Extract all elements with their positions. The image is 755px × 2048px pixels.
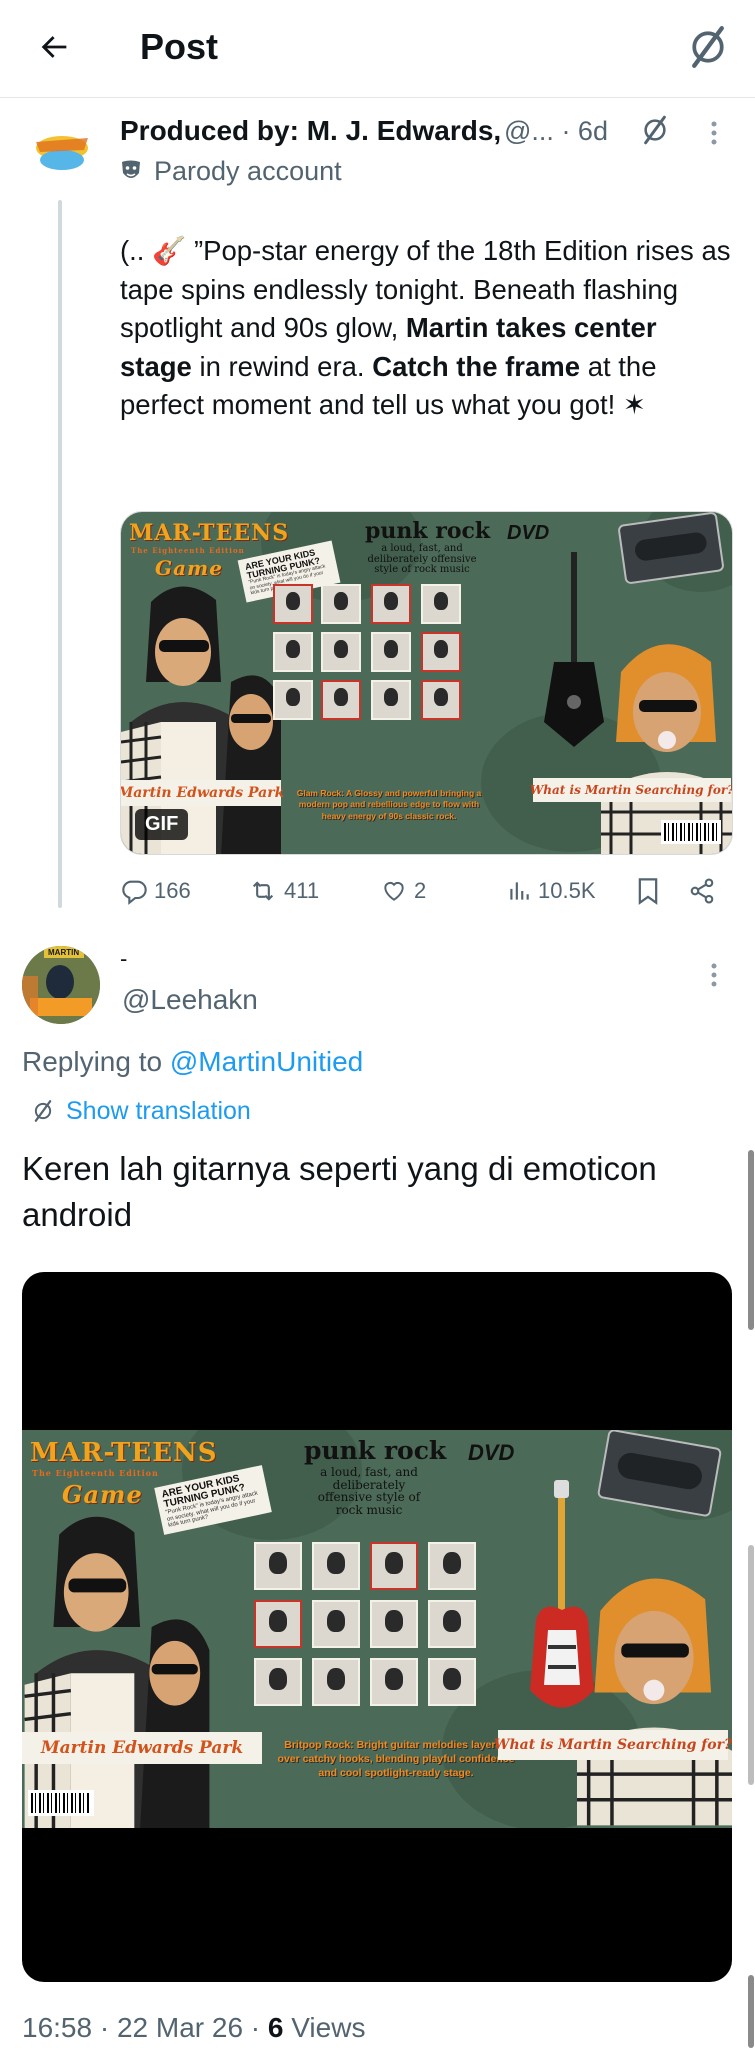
author-handle-time[interactable]: @... · 6d [504,114,608,148]
top-bar [0,0,755,98]
page-title: Post [140,26,219,67]
poster-title: MAR-TEENS [30,1438,218,1468]
poster-subtitle: The Eighteenth Edition [131,546,245,555]
left-person [24,1516,210,1828]
poster-image: MAR-TEENS The Eighteenth Edition Game AR… [121,512,732,854]
show-translation-label: Show translation [66,1097,251,1125]
barcode [28,1790,94,1816]
thread-line [58,200,62,908]
reply-display-name: - [120,946,128,971]
more-icon [711,121,717,145]
replying-prefix: Replying to [22,1046,170,1077]
gif-badge: GIF [135,809,189,840]
avatar[interactable] [30,120,94,184]
reply-avatar-text: MARTIN [48,948,80,957]
genre-title: punk rock [304,1436,447,1465]
like-count: 2 [414,878,427,903]
author-handle: @... [504,116,554,146]
grok-button[interactable] [683,22,733,72]
reply-media[interactable]: MAR-TEENS The Eighteenth Edition Game AR… [22,1272,732,1982]
question-banner: What is Martin Searching for? [530,778,732,802]
reply-more-button[interactable] [704,960,724,990]
question-banner: What is Martin Searching for? [494,1730,732,1760]
post-text: (.. 🎸 ”Pop-star energy of the 18th Editi… [120,235,731,420]
views-count: 10.5K [538,878,596,903]
reply-poster-image: MAR-TEENS The Eighteenth Edition Game AR… [22,1430,732,1828]
dvd-logo: DVD [507,522,550,544]
genre-definition: a loud, fast, and deliberately offensive… [367,543,477,575]
reply-count: 166 [154,878,191,903]
more-button[interactable] [704,118,724,148]
guitar [544,552,604,747]
reply-avatar-art [22,946,100,1024]
scrollbar-thumb[interactable] [748,1975,754,2048]
replying-handle-link[interactable]: @MartinUnitied [170,1046,363,1077]
scrollbar-segment[interactable] [748,1545,754,1785]
reply-avatar[interactable]: MARTIN [22,946,100,1024]
replying-to: Replying to @MartinUnitied [22,1044,363,1080]
reply-icon [122,880,147,905]
parody-text: Parody account [154,156,342,186]
reply-meta: 16:58 · 22 Mar 26 · 6 Views [22,2008,365,2048]
reply-text: Keren lah gitarnya seperti yang di emoti… [22,1150,657,1233]
reply-button[interactable]: 166 [120,872,191,910]
reply-handle[interactable]: @Leehakn [122,982,258,1018]
translate-icon [34,1100,52,1122]
back-arrow-icon [41,36,67,58]
genre-title: punk rock [365,518,491,544]
scrollbar-segment[interactable] [748,1150,754,1330]
more-icon [711,963,717,987]
genre-definition: a loud, fast, and deliberately offensive… [317,1465,421,1517]
views-button[interactable]: 10.5K [506,872,596,910]
avatar-logo [30,120,94,184]
repost-icon [252,881,274,901]
right-person [577,1578,732,1826]
reply-views-label: Views [283,2012,366,2043]
poster-blurb: Britpop Rock: Bright guitar melodies lay… [277,1739,515,1780]
reply-views-count: 6 [267,2012,284,2043]
poster-title: MAR-TEENS [129,520,290,546]
poster-blurb: Glam Rock: A Glossy and powerful bringin… [296,788,482,821]
parody-label: Parody account [120,154,342,188]
grok-icon [692,26,724,68]
repost-button[interactable]: 411 [248,872,319,910]
like-button[interactable]: 2 [380,872,426,910]
author-name[interactable]: Produced by: M. J. Edwards, [120,114,501,148]
post-media[interactable]: MAR-TEENS The Eighteenth Edition Game AR… [120,511,733,855]
views-icon [510,882,529,900]
parody-mask-icon [122,160,140,178]
show-translation-button[interactable]: Show translation [30,1094,251,1128]
back-button[interactable] [30,22,80,72]
bookmark-button[interactable] [636,872,660,910]
repost-count: 411 [284,878,320,903]
reply-timestamp: 16:58 · 22 Mar 26 · [22,2012,268,2043]
bookmark-icon [638,878,658,905]
grok-post-button[interactable] [638,112,672,148]
barcode [661,820,721,844]
like-icon [384,881,404,901]
poster-subtitle: The Eighteenth Edition [32,1468,159,1478]
name-banner: Martin Edwards Park [22,1732,262,1764]
share-button[interactable] [688,872,716,910]
name-banner: Martin Edwards Park [121,780,284,806]
post-time: · 6d [561,116,608,146]
share-icon [690,878,714,904]
dvd-logo: DVD [468,1440,515,1465]
grok-icon [644,115,666,145]
